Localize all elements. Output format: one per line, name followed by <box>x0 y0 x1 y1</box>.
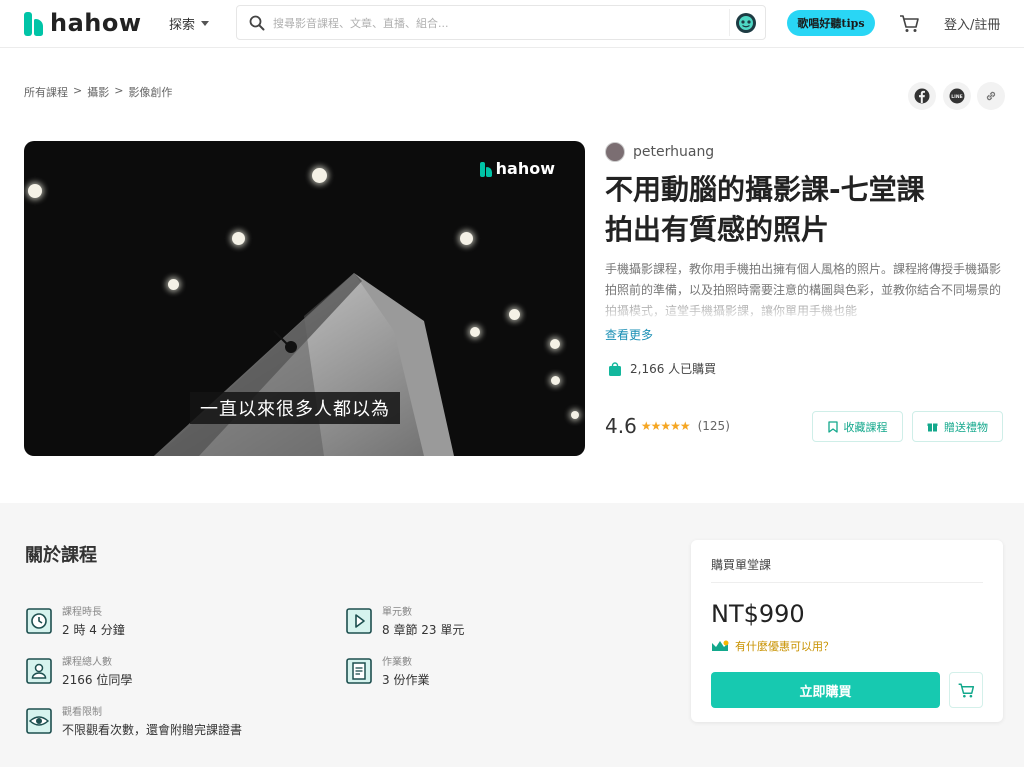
gift-course-button[interactable]: 贈送禮物 <box>912 411 1003 442</box>
ceiling-light <box>312 168 327 183</box>
breadcrumb-image-creation[interactable]: 影像創作 <box>128 84 172 100</box>
login-register-link[interactable]: 登入/註冊 <box>944 14 1000 33</box>
ceiling-light <box>460 232 473 245</box>
document-icon <box>346 657 372 684</box>
ceiling-light <box>470 327 480 337</box>
purchase-heading: 購買單堂課 <box>711 558 772 572</box>
search-icon <box>249 15 265 31</box>
breadcrumb-all-courses[interactable]: 所有課程 <box>24 84 68 100</box>
stat-value: 8 章節 23 單元 <box>382 623 465 637</box>
stat-viewing-limit: 觀看限制 不限觀看次數，還會附贈完課證書 <box>26 703 242 738</box>
video-subtitle: 一直以來很多人都以為 <box>190 392 400 424</box>
facebook-icon <box>914 88 930 104</box>
stat-label: 課程時長 <box>62 607 102 618</box>
hahow-logo-mark <box>24 10 46 36</box>
course-rating: 4.6 ★★★★★ (125) <box>605 414 730 438</box>
search-bar <box>236 5 766 40</box>
search-mascot-button[interactable] <box>729 9 761 36</box>
divider <box>711 582 983 583</box>
breadcrumb-separator: > <box>114 84 124 97</box>
course-description: 手機攝影課程，教你用手機拍出擁有個人風格的照片。課程將傳授手機攝影拍照前的準備，… <box>605 259 1005 323</box>
explore-menu[interactable]: 探索 <box>169 14 210 33</box>
link-icon <box>986 91 996 101</box>
cart-icon[interactable] <box>898 12 920 34</box>
video-watermark-text: hahow <box>495 159 555 178</box>
breadcrumb: 所有課程 > 攝影 > 影像創作 <box>24 84 172 100</box>
cart-icon <box>958 683 975 698</box>
purchase-card: 購買單堂課 NT$990 有什麼優惠可以用？ 立即購買 <box>691 540 1003 722</box>
gift-icon <box>927 423 938 432</box>
buy-now-button[interactable]: 立即購買 <box>711 672 940 708</box>
ceiling-light <box>168 279 179 290</box>
course-preview-video[interactable]: hahow 一直以來很多人都以為 <box>24 141 585 456</box>
rating-score: 4.6 <box>605 414 637 438</box>
course-title: 不用動腦的攝影課-七堂課 拍出有質感的照片 <box>605 170 1005 250</box>
hahow-logo[interactable]: hahow <box>24 9 142 37</box>
coupon-link[interactable]: 有什麼優惠可以用？ <box>711 638 834 654</box>
play-icon <box>346 607 372 634</box>
ceiling-light <box>232 232 245 245</box>
clock-icon <box>26 607 52 634</box>
video-watermark-logo: hahow <box>479 159 555 178</box>
stat-label: 單元數 <box>382 607 412 618</box>
ceiling-light <box>28 184 42 198</box>
bookmark-icon <box>827 420 838 433</box>
stat-assignments: 作業數 3 份作業 <box>346 653 429 688</box>
caret-down-icon <box>201 21 210 26</box>
purchase-count-text: 2,166 人已購買 <box>630 362 717 376</box>
course-title-line-1: 不用動腦的攝影課-七堂課 <box>605 173 925 206</box>
rating-stars: ★★★★★ <box>640 419 691 433</box>
explore-label: 探索 <box>169 18 196 33</box>
stat-units: 單元數 8 章節 23 單元 <box>346 603 464 638</box>
favorite-course-button[interactable]: 收藏課程 <box>812 411 903 442</box>
stat-label: 作業數 <box>382 657 412 668</box>
stat-value: 2166 位同學 <box>62 673 133 687</box>
stat-value: 2 時 4 分鐘 <box>62 623 125 637</box>
instructor[interactable]: peterhuang <box>605 142 714 162</box>
breadcrumb-photography[interactable]: 攝影 <box>87 84 109 100</box>
coupon-text: 有什麼優惠可以用？ <box>735 640 834 653</box>
line-icon: LINE <box>949 88 965 104</box>
rating-count: (125) <box>697 419 730 433</box>
copy-link-button[interactable] <box>977 82 1005 110</box>
eye-icon <box>26 707 52 734</box>
ceiling-light <box>550 339 560 349</box>
crown-discount-icon <box>712 640 729 651</box>
breadcrumb-separator: > <box>73 84 83 97</box>
hahow-logo-mark <box>479 161 493 177</box>
stat-label: 課程總人數 <box>62 657 112 668</box>
top-nav: hahow 探索 歌唱好聽tips 登入/註冊 <box>0 0 1024 48</box>
avatar <box>605 142 625 162</box>
course-price: NT$990 <box>711 600 805 628</box>
mascot-icon <box>735 12 756 33</box>
facebook-share-button[interactable] <box>908 82 936 110</box>
purchase-count: 2,166 人已購買 <box>608 360 716 377</box>
instructor-name: peterhuang <box>633 144 715 160</box>
gift-label: 贈送禮物 <box>944 420 988 434</box>
ceiling-light <box>571 411 579 419</box>
ceiling-light <box>509 309 520 320</box>
search-input[interactable] <box>273 12 713 34</box>
course-title-line-2: 拍出有質感的照片 <box>605 213 830 246</box>
shopping-bag-icon <box>609 361 621 376</box>
stat-students: 課程總人數 2166 位同學 <box>26 653 132 688</box>
add-to-cart-button[interactable] <box>949 672 983 708</box>
stat-value: 3 份作業 <box>382 673 430 687</box>
stat-label: 觀看限制 <box>62 707 102 718</box>
ceiling-light <box>551 376 560 385</box>
promo-banner[interactable]: 歌唱好聽tips <box>787 10 875 36</box>
svg-text:LINE: LINE <box>951 94 962 100</box>
about-course-heading: 關於課程 <box>25 545 97 566</box>
people-icon <box>26 657 52 684</box>
stat-value: 不限觀看次數，還會附贈完課證書 <box>62 723 243 737</box>
line-share-button[interactable]: LINE <box>943 82 971 110</box>
stat-duration: 課程時長 2 時 4 分鐘 <box>26 603 125 638</box>
logo-text: hahow <box>50 9 142 37</box>
favorite-label: 收藏課程 <box>843 420 888 434</box>
read-more-link[interactable]: 查看更多 <box>605 326 653 343</box>
